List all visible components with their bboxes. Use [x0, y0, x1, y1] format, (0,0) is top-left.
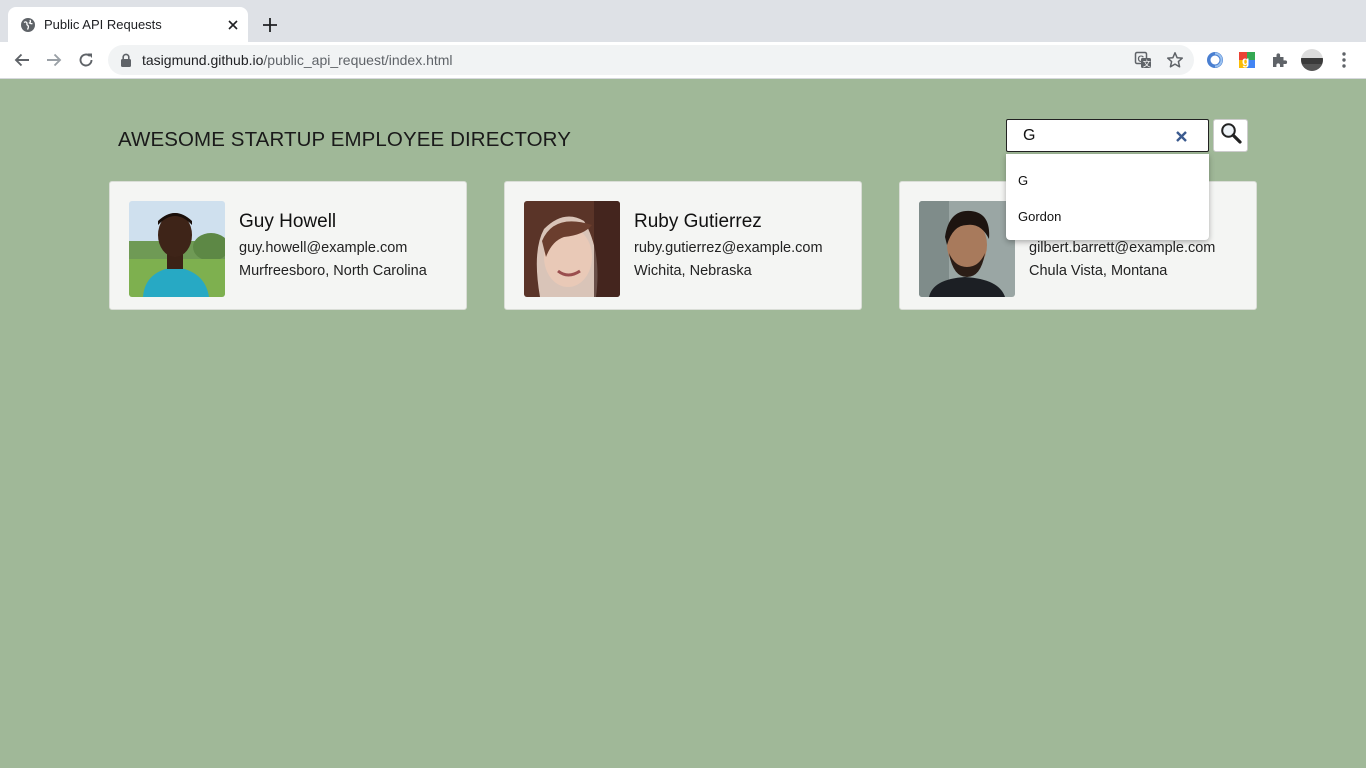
clear-icon[interactable]: [1173, 128, 1189, 144]
employee-location: Wichita, Nebraska: [634, 263, 752, 279]
translate-icon[interactable]: G文: [1134, 51, 1152, 69]
employee-email: ruby.gutierrez@example.com: [634, 240, 823, 256]
extension-icon[interactable]: [1269, 50, 1289, 70]
browser-toolbar: tasigmund.github.io/public_api_request/i…: [0, 42, 1366, 79]
employee-name: Ruby Gutierrez: [634, 211, 762, 232]
address-bar[interactable]: tasigmund.github.io/public_api_request/i…: [108, 45, 1194, 75]
forward-arrow-icon[interactable]: [41, 48, 67, 72]
reload-icon[interactable]: [73, 48, 99, 72]
suggestion-item[interactable]: G: [1006, 162, 1209, 198]
google-extension-icon[interactable]: g: [1237, 50, 1257, 70]
url-host: tasigmund.github.io: [142, 52, 264, 68]
profile-avatar-icon[interactable]: [1300, 48, 1324, 72]
back-arrow-icon[interactable]: [9, 48, 35, 72]
star-icon[interactable]: [1166, 51, 1184, 69]
search-icon: [1220, 122, 1242, 149]
search-suggestions: G Gordon: [1006, 154, 1209, 240]
tab-title: Public API Requests: [44, 17, 162, 32]
search-input-value: G: [1023, 127, 1036, 144]
employee-avatar: [524, 201, 620, 297]
employee-location: Chula Vista, Montana: [1029, 263, 1168, 279]
url-text: tasigmund.github.io/public_api_request/i…: [142, 52, 453, 68]
browser-tab[interactable]: Public API Requests: [8, 7, 248, 42]
employee-email: guy.howell@example.com: [239, 240, 408, 256]
lock-icon[interactable]: [120, 53, 132, 67]
kebab-menu-icon[interactable]: [1334, 50, 1354, 70]
employee-card[interactable]: Ruby Gutierrez ruby.gutierrez@example.co…: [504, 181, 862, 310]
employee-location: Murfreesboro, North Carolina: [239, 263, 427, 279]
employee-name: Guy Howell: [239, 211, 337, 232]
employee-avatar: [919, 201, 1015, 297]
search-button[interactable]: [1213, 119, 1248, 152]
page-title: AWESOME STARTUP EMPLOYEE DIRECTORY: [118, 128, 571, 151]
employee-email: gilbert.barrett@example.com: [1029, 240, 1216, 256]
svg-text:文: 文: [1143, 59, 1151, 69]
employee-avatar: [129, 201, 225, 297]
employee-card[interactable]: Guy Howell guy.howell@example.com Murfre…: [109, 181, 467, 310]
globe-icon: [20, 17, 36, 33]
plus-icon[interactable]: [259, 14, 281, 36]
extension-ring-icon[interactable]: [1205, 50, 1225, 70]
search-input[interactable]: G: [1006, 119, 1209, 152]
url-path: /public_api_request/index.html: [263, 52, 453, 68]
svg-text:g: g: [1242, 54, 1249, 68]
close-icon[interactable]: [224, 16, 242, 34]
browser-tab-strip: Public API Requests: [0, 0, 1366, 42]
suggestion-item[interactable]: Gordon: [1006, 198, 1209, 234]
